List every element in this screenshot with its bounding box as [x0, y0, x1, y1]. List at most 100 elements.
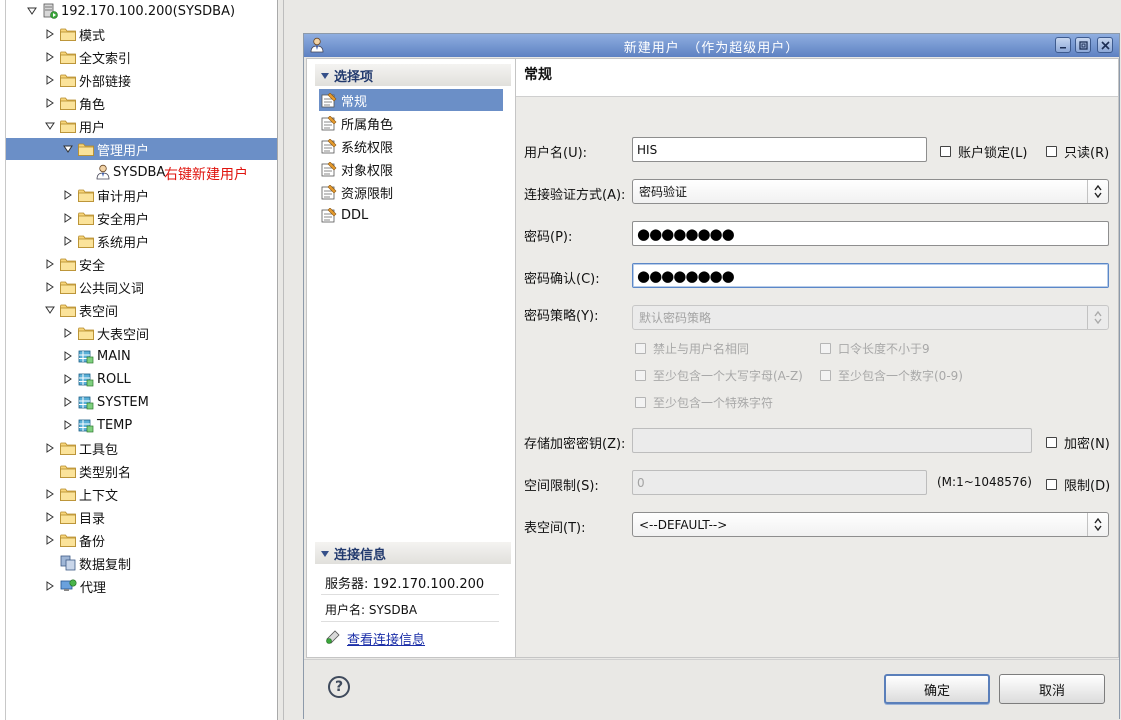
tree-node[interactable]: TEMP: [62, 414, 132, 436]
tree-node[interactable]: 大表空间: [62, 322, 149, 344]
tree-node[interactable]: 备份: [44, 529, 105, 551]
expand-closed-icon[interactable]: [62, 373, 74, 385]
checkbox-box: [820, 343, 831, 354]
tree-node[interactable]: 代理: [44, 575, 106, 597]
expand-closed-icon[interactable]: [62, 350, 74, 362]
tree-node[interactable]: 类型别名: [44, 460, 131, 482]
expand-closed-icon[interactable]: [44, 511, 56, 523]
dialog-titlebar[interactable]: 新建用户 （作为超级用户）: [304, 34, 1119, 57]
password-input[interactable]: ●●●●●●●●: [632, 221, 1109, 246]
password-confirm-input[interactable]: ●●●●●●●●: [632, 263, 1109, 288]
nav-item[interactable]: 常规: [319, 89, 503, 111]
encrypt-key-input[interactable]: [632, 428, 1032, 453]
tree-node[interactable]: 系统用户: [62, 230, 149, 252]
policy-special-char-checkbox[interactable]: 至少包含一个特殊字符: [635, 394, 773, 411]
nav-section-header[interactable]: 选择项: [315, 64, 511, 86]
nav-item[interactable]: DDL: [319, 204, 503, 226]
expand-closed-icon[interactable]: [44, 258, 56, 270]
tree-node[interactable]: 角色: [44, 92, 105, 114]
expand-open-icon[interactable]: [44, 120, 56, 132]
expand-closed-icon[interactable]: [44, 51, 56, 63]
annotation-text: 右键新建用户: [164, 167, 248, 183]
nav-item-label: 所属角色: [341, 117, 394, 133]
dialog-footer: ? 确定 取消: [304, 659, 1119, 719]
minimize-button[interactable]: [1055, 37, 1071, 53]
policy-no-username-checkbox[interactable]: 禁止与用户名相同: [635, 340, 749, 357]
tree-node[interactable]: ROLL: [62, 368, 131, 390]
folder-icon: [60, 74, 76, 87]
auth-method-select[interactable]: 密码验证: [632, 179, 1109, 204]
nav-item[interactable]: 系统权限: [319, 135, 503, 157]
encrypt-key-label: 存储加密密钥(Z):: [524, 437, 626, 452]
tree-node[interactable]: 目录: [44, 506, 105, 528]
view-connection-info-link[interactable]: 查看连接信息: [347, 629, 425, 648]
expand-closed-icon[interactable]: [62, 212, 74, 224]
maximize-button[interactable]: [1075, 37, 1091, 53]
tree-node[interactable]: 用户: [44, 115, 105, 137]
tree-node[interactable]: 安全用户: [62, 207, 149, 229]
tree-node[interactable]: SYSTEM: [62, 391, 149, 413]
limit-checkbox[interactable]: 限制(D): [1046, 475, 1110, 494]
expand-open-icon[interactable]: [62, 143, 74, 155]
tree-node[interactable]: 数据复制: [44, 552, 131, 574]
nav-item[interactable]: 对象权限: [319, 158, 503, 180]
password-policy-select[interactable]: 默认密码策略: [632, 305, 1109, 330]
expand-closed-icon[interactable]: [44, 97, 56, 109]
readonly-checkbox[interactable]: 只读(R): [1046, 142, 1109, 161]
tree-node[interactable]: 公共同义词: [44, 276, 144, 298]
tree-node[interactable]: SYSDBA: [80, 161, 165, 183]
folder-icon: [60, 258, 76, 271]
expand-closed-icon[interactable]: [44, 281, 56, 293]
conn-section-header[interactable]: 连接信息: [315, 542, 511, 564]
properties-page-icon: [321, 207, 337, 223]
tree-node-label: SYSDBA: [113, 164, 166, 180]
tablespace-label: 表空间(T):: [524, 521, 586, 536]
tree-node[interactable]: MAIN: [62, 345, 131, 367]
expand-closed-icon[interactable]: [62, 235, 74, 247]
select-arrows-icon: [1087, 513, 1108, 536]
readonly-label: 只读(R): [1064, 146, 1110, 161]
encrypt-label: 加密(N): [1064, 437, 1110, 452]
policy-digit-checkbox[interactable]: 至少包含一个数字(0-9): [820, 367, 963, 384]
tree-node[interactable]: 192.170.100.200(SYSDBA): [26, 0, 235, 22]
expand-closed-icon[interactable]: [44, 442, 56, 454]
tree-node[interactable]: 表空间: [44, 299, 118, 321]
policy-uppercase-checkbox[interactable]: 至少包含一个大写字母(A-Z): [635, 367, 803, 384]
nav-item-label: 常规: [341, 94, 368, 110]
tree-node[interactable]: 安全: [44, 253, 105, 275]
tree-node[interactable]: 模式: [44, 23, 105, 45]
expand-open-icon[interactable]: [44, 304, 56, 316]
replication-icon: [60, 555, 76, 571]
expand-closed-icon[interactable]: [44, 580, 56, 592]
ok-button[interactable]: 确定: [884, 674, 990, 704]
tree-node-label: 系统用户: [97, 235, 150, 251]
username-input[interactable]: HIS: [632, 137, 927, 162]
expand-closed-icon[interactable]: [44, 534, 56, 546]
object-tree[interactable]: 192.170.100.200(SYSDBA) 模式 全文索引 外部链接 角色 用户 管理用…: [0, 0, 278, 720]
expand-closed-icon[interactable]: [62, 396, 74, 408]
space-range-text: (M:1~1048576): [937, 475, 1032, 489]
tree-node[interactable]: 审计用户: [62, 184, 149, 206]
tree-node[interactable]: 外部链接: [44, 69, 131, 91]
space-limit-input[interactable]: 0: [632, 470, 927, 495]
tree-node[interactable]: 管理用户: [6, 138, 277, 160]
expand-closed-icon[interactable]: [44, 28, 56, 40]
nav-item[interactable]: 所属角色: [319, 112, 503, 134]
tablespace-select[interactable]: <--DEFAULT-->: [632, 512, 1109, 537]
cancel-button[interactable]: 取消: [999, 674, 1105, 704]
help-icon[interactable]: ?: [328, 676, 350, 698]
expand-closed-icon[interactable]: [44, 74, 56, 86]
encrypt-checkbox[interactable]: 加密(N): [1046, 433, 1110, 452]
expand-open-icon[interactable]: [26, 5, 38, 17]
nav-item[interactable]: 资源限制: [319, 181, 503, 203]
expand-closed-icon[interactable]: [62, 189, 74, 201]
close-button[interactable]: [1097, 37, 1113, 53]
expand-closed-icon[interactable]: [44, 488, 56, 500]
account-lock-checkbox[interactable]: 账户锁定(L): [940, 142, 1027, 161]
expand-closed-icon[interactable]: [62, 419, 74, 431]
tree-node[interactable]: 工具包: [44, 437, 118, 459]
tree-node[interactable]: 全文索引: [44, 46, 131, 68]
expand-closed-icon[interactable]: [62, 327, 74, 339]
policy-min-length-checkbox[interactable]: 口令长度不小于9: [820, 340, 930, 357]
tree-node[interactable]: 上下文: [44, 483, 118, 505]
